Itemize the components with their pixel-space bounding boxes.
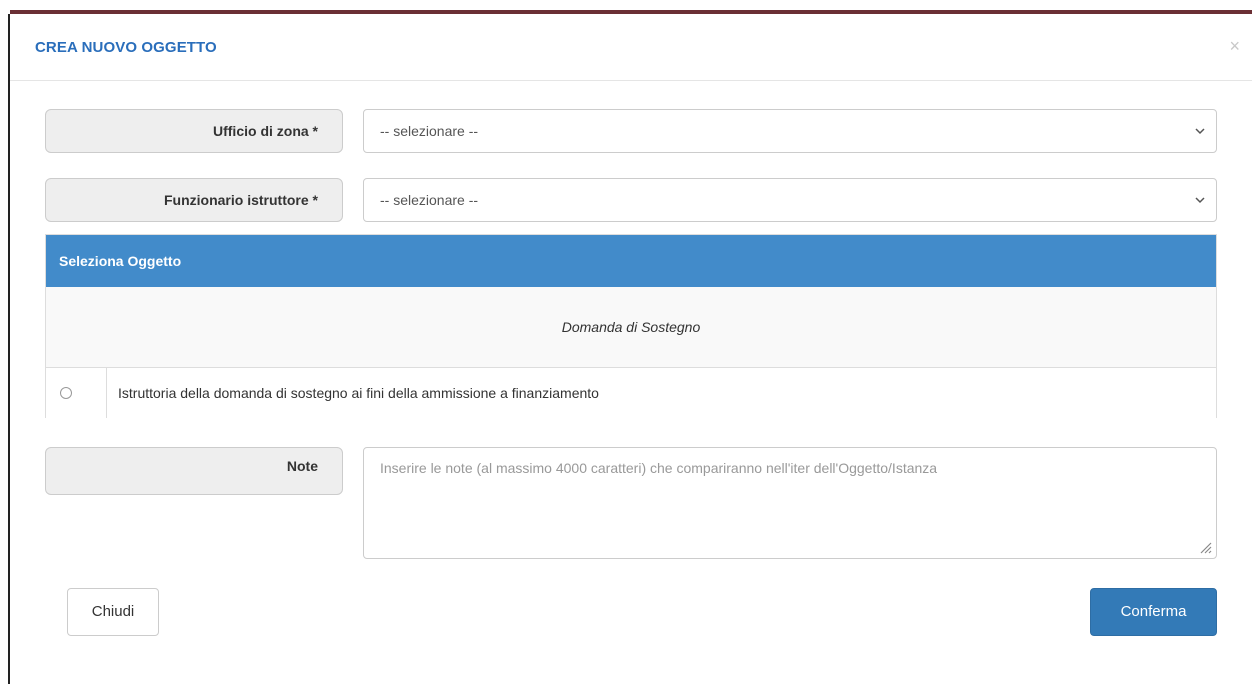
ufficio-select-value: -- selezionare -- <box>380 123 479 139</box>
modal-title: CREA NUOVO OGGETTO <box>35 39 217 56</box>
close-icon[interactable]: × <box>1229 36 1240 57</box>
chevron-down-icon <box>1194 110 1206 169</box>
ufficio-label: Ufficio di zona * <box>45 109 343 153</box>
list-item[interactable]: Istruttoria della domanda di sostegno ai… <box>46 368 1216 418</box>
option-label: Istruttoria della domanda di sostegno ai… <box>118 385 599 401</box>
select-object-panel: Seleziona Oggetto Domanda di Sostegno Is… <box>45 234 1217 418</box>
background-strip <box>0 0 1252 14</box>
funzionario-select-value: -- selezionare -- <box>380 192 479 208</box>
resize-handle-icon[interactable] <box>1198 540 1212 554</box>
chevron-down-icon <box>1194 179 1206 238</box>
option-radio[interactable] <box>60 387 72 399</box>
note-textarea[interactable]: Inserire le note (al massimo 4000 caratt… <box>363 447 1217 559</box>
note-label: Note <box>45 447 343 495</box>
panel-header: Seleziona Oggetto <box>46 235 1216 287</box>
confirm-button[interactable]: Conferma <box>1090 588 1217 636</box>
close-button[interactable]: Chiudi <box>67 588 159 636</box>
funzionario-select[interactable]: -- selezionare -- <box>363 178 1217 222</box>
panel-group-title: Domanda di Sostegno <box>46 287 1216 368</box>
note-placeholder: Inserire le note (al massimo 4000 caratt… <box>380 460 938 476</box>
radio-cell <box>46 368 107 418</box>
funzionario-label: Funzionario istruttore * <box>45 178 343 222</box>
ufficio-select[interactable]: -- selezionare -- <box>363 109 1217 153</box>
modal-header: CREA NUOVO OGGETTO × <box>10 14 1252 81</box>
